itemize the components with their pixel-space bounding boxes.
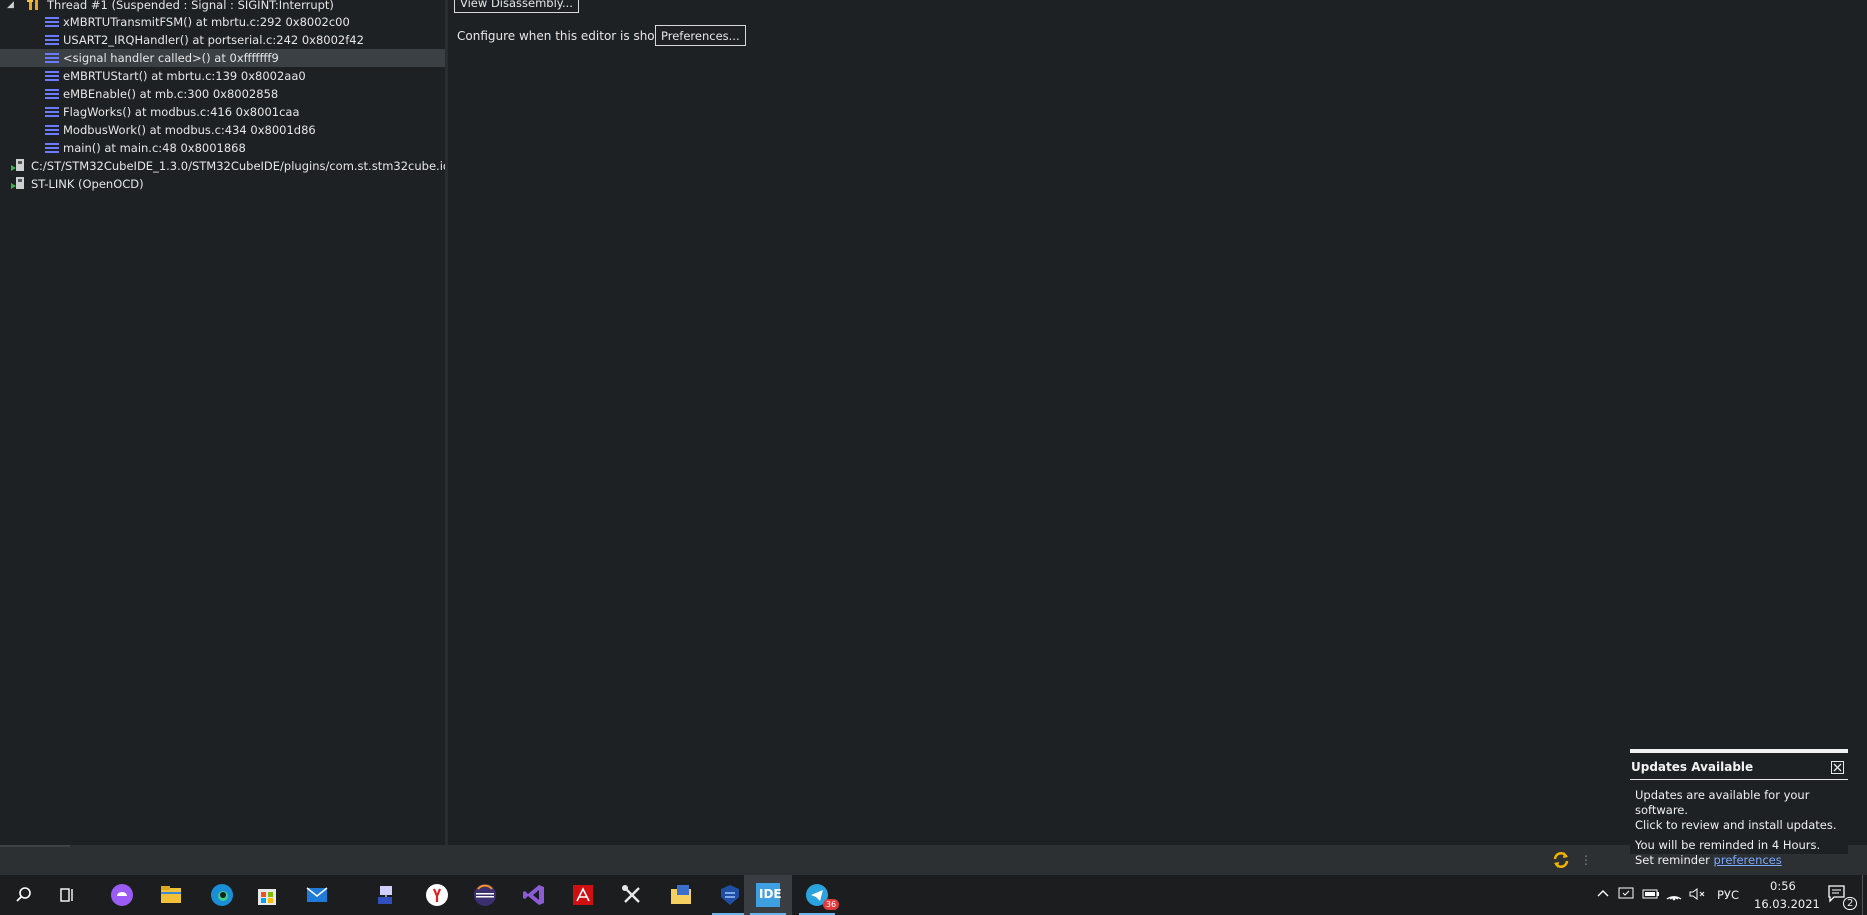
edge-icon[interactable]	[198, 875, 246, 915]
stack-frame-row[interactable]: ModbusWork() at modbus.c:434 0x8001d86	[0, 121, 445, 139]
notification-reminder: Set reminder preferences	[1635, 853, 1845, 868]
stack-frame-row[interactable]: main() at main.c:48 0x8001868	[0, 139, 445, 157]
editor-area	[448, 0, 1867, 845]
battery-icon[interactable]	[1642, 887, 1660, 904]
stack-frame-label: main() at main.c:48 0x8001868	[63, 141, 246, 155]
notification-body[interactable]: Updates are available for your software.…	[1635, 788, 1845, 868]
close-icon[interactable]	[1831, 761, 1844, 774]
configure-label: Configure when this editor is shown	[457, 29, 673, 43]
acrobat-icon[interactable]	[559, 875, 607, 915]
stack-frame-icon	[45, 35, 59, 45]
alice-icon[interactable]	[98, 875, 146, 915]
network-tool-icon[interactable]	[363, 875, 411, 915]
status-progress	[0, 845, 70, 847]
notification-title: Updates Available	[1631, 760, 1754, 774]
file-manager-icon[interactable]	[657, 875, 705, 915]
store-icon[interactable]	[243, 875, 291, 915]
taskbar: IDE 36 РУС 0:56 16.03.2021 2	[0, 875, 1867, 915]
notification-count-badge: 2	[1843, 897, 1858, 910]
preferences-button[interactable]: Preferences...	[655, 25, 746, 46]
stack-frame-label: xMBRTUTransmitFSM() at mbrtu.c:292 0x800…	[63, 15, 350, 29]
stack-frame-label: eMBRTUStart() at mbrtu.c:139 0x8002aa0	[63, 69, 306, 83]
security-icon[interactable]	[1618, 887, 1634, 904]
search-icon[interactable]	[0, 875, 48, 915]
clock-date[interactable]: 16.03.2021	[1754, 897, 1820, 911]
notification-header: Updates Available	[1630, 757, 1848, 780]
visual-studio-icon[interactable]	[510, 875, 558, 915]
stack-frame-row[interactable]: FlagWorks() at modbus.c:416 0x8001caa	[0, 103, 445, 121]
preferences-link[interactable]: preferences	[1714, 853, 1782, 867]
launch-debugger-label: ST-LINK (OpenOCD)	[31, 177, 144, 191]
wifi-icon[interactable]	[1665, 887, 1683, 904]
stack-frame-label: FlagWorks() at modbus.c:416 0x8001caa	[63, 105, 300, 119]
volume-muted-icon[interactable]	[1689, 887, 1707, 904]
stack-frame-label: eMBEnable() at mb.c:300 0x8002858	[63, 87, 279, 101]
eclipse-icon[interactable]	[461, 875, 509, 915]
thread-label: Thread #1 (Suspended : Signal : SIGINT:I…	[47, 0, 334, 12]
reminder-prefix: Set reminder	[1635, 853, 1714, 867]
stack-frame-label: <signal handler called>() at 0xfffffff9	[63, 51, 279, 65]
mail-icon[interactable]	[293, 875, 341, 915]
debugger-icon	[11, 177, 27, 191]
launch-process-label: C:/ST/STM32CubeIDE_1.3.0/STM32CubeIDE/pl…	[31, 159, 445, 173]
telegram-icon[interactable]: 36	[793, 875, 841, 915]
stack-frame-row[interactable]: xMBRTUTransmitFSM() at mbrtu.c:292 0x800…	[0, 13, 445, 31]
status-grip-icon: ⋮	[1580, 853, 1592, 867]
tools-icon[interactable]	[608, 875, 656, 915]
stack-frame-row-selected[interactable]: <signal handler called>() at 0xfffffff9	[0, 49, 445, 67]
yandex-icon[interactable]	[413, 875, 461, 915]
notification-line: Updates are available for your software.	[1635, 788, 1810, 817]
stack-frame-icon	[45, 143, 59, 153]
notification-line: Click to review and install updates.	[1635, 818, 1837, 832]
view-disassembly-button[interactable]: View Disassembly...	[454, 0, 579, 13]
explorer-icon[interactable]	[147, 875, 195, 915]
updates-notification[interactable]: Updates Available Updates are available …	[1630, 749, 1848, 867]
stack-frame-icon	[45, 71, 59, 81]
telegram-badge: 36	[823, 899, 839, 910]
ide-label: IDE	[759, 887, 782, 901]
task-view-icon[interactable]	[43, 875, 91, 915]
cubeide-icon[interactable]: IDE	[744, 875, 792, 915]
stack-frame-icon	[45, 17, 59, 27]
debug-view: ◢ Thread #1 (Suspended : Signal : SIGINT…	[0, 0, 445, 845]
stack-frame-icon	[45, 125, 59, 135]
clock-time[interactable]: 0:56	[1770, 879, 1796, 893]
stack-frame-icon	[45, 53, 59, 63]
stack-frame-label: ModbusWork() at modbus.c:434 0x8001d86	[63, 123, 316, 137]
thread-row[interactable]: ◢ Thread #1 (Suspended : Signal : SIGINT…	[0, 0, 445, 14]
stack-frame-row[interactable]: eMBEnable() at mb.c:300 0x8002858	[0, 85, 445, 103]
language-indicator[interactable]: РУС	[1717, 888, 1739, 902]
notification-line: You will be reminded in 4 Hours.	[1635, 838, 1821, 852]
chevron-up-icon[interactable]	[1596, 887, 1610, 904]
stack-frame-icon	[45, 89, 59, 99]
sync-icon[interactable]	[1551, 850, 1571, 870]
stack-frame-row[interactable]: USART2_IRQHandler() at portserial.c:242 …	[0, 31, 445, 49]
stack-frame-row[interactable]: eMBRTUStart() at mbrtu.c:139 0x8002aa0	[0, 67, 445, 85]
thread-icon	[26, 0, 42, 12]
launch-process-row[interactable]: C:/ST/STM32CubeIDE_1.3.0/STM32CubeIDE/pl…	[0, 157, 445, 175]
process-icon	[11, 159, 27, 173]
show-desktop-button[interactable]	[1862, 875, 1863, 915]
launch-debugger-row[interactable]: ST-LINK (OpenOCD)	[0, 175, 445, 193]
expand-arrow-icon[interactable]: ◢	[7, 0, 14, 14]
stack-frame-label: USART2_IRQHandler() at portserial.c:242 …	[63, 33, 364, 47]
stack-frame-icon	[45, 107, 59, 117]
